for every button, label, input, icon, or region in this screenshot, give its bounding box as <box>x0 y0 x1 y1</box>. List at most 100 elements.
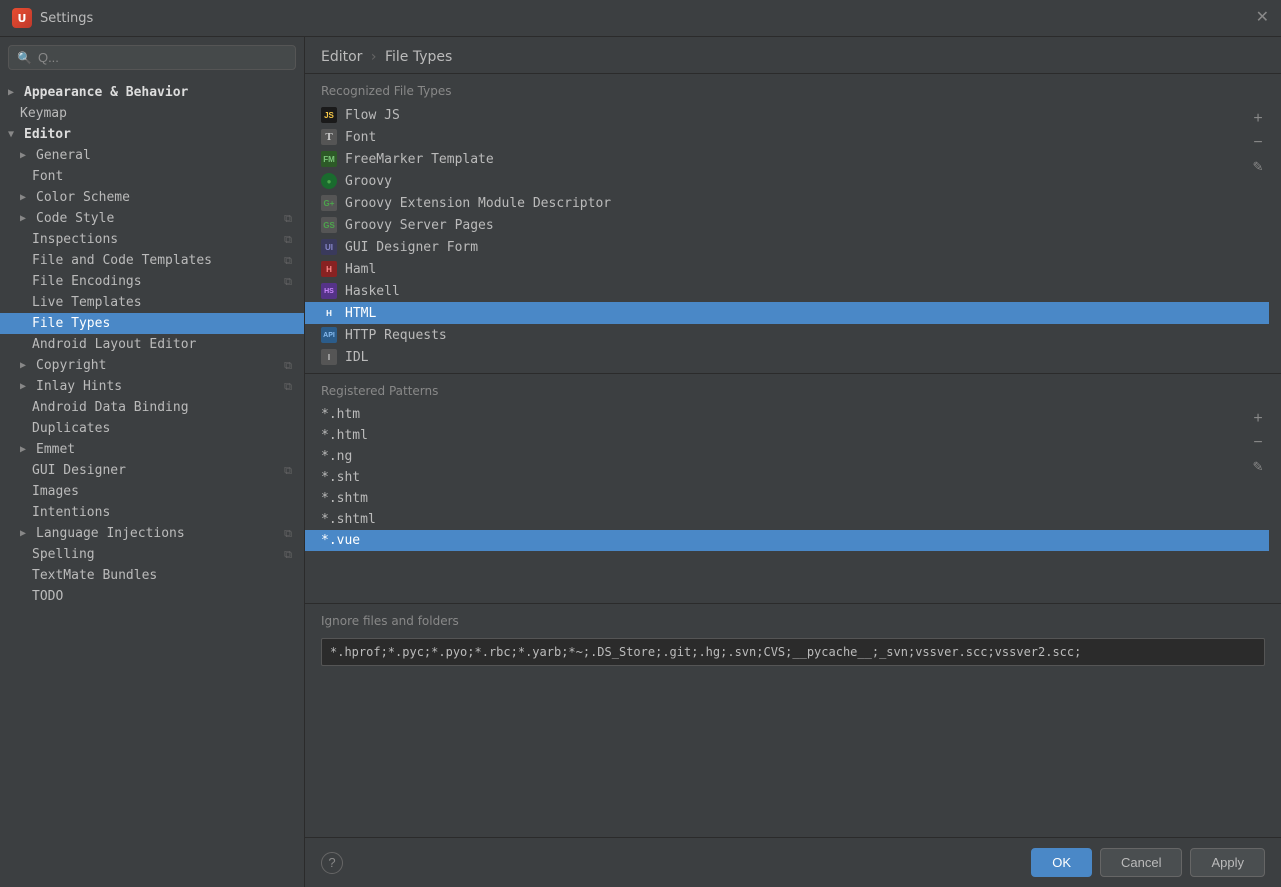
file-type-haml[interactable]: H Haml <box>305 258 1269 280</box>
sidebar-item-inlay-hints[interactable]: ▶ Inlay Hints ⧉ <box>0 376 304 397</box>
expand-arrow: ▶ <box>20 360 32 371</box>
sidebar-item-label: TextMate Bundles <box>32 568 157 583</box>
sidebar-item-label: Android Layout Editor <box>32 337 196 352</box>
bottom-bar: ? OK Cancel Apply <box>305 837 1281 887</box>
sidebar-item-label: Keymap <box>20 106 67 121</box>
search-box[interactable]: 🔍 <box>8 45 296 70</box>
sidebar-item-images[interactable]: Images <box>0 481 304 502</box>
sidebar-item-gui-designer[interactable]: GUI Designer ⧉ <box>0 460 304 481</box>
sidebar-item-textmate-bundles[interactable]: TextMate Bundles <box>0 565 304 586</box>
ignore-input[interactable] <box>321 638 1265 666</box>
file-type-http-requests[interactable]: API HTTP Requests <box>305 324 1269 346</box>
sidebar-item-code-style[interactable]: ▶ Code Style ⧉ <box>0 208 304 229</box>
sidebar-item-live-templates[interactable]: Live Templates <box>0 292 304 313</box>
breadcrumb-part-1: Editor <box>321 49 362 65</box>
sidebar-item-file-encodings[interactable]: File Encodings ⧉ <box>0 271 304 292</box>
sidebar-item-file-code-templates[interactable]: File and Code Templates ⧉ <box>0 250 304 271</box>
breadcrumb-part-2: File Types <box>385 49 452 65</box>
cancel-button[interactable]: Cancel <box>1100 848 1182 877</box>
breadcrumb: Editor › File Types <box>305 37 1281 74</box>
sidebar-item-label: Language Injections <box>36 526 185 541</box>
sidebar-item-intentions[interactable]: Intentions <box>0 502 304 523</box>
file-type-gui-designer[interactable]: UI GUI Designer Form <box>305 236 1269 258</box>
right-panel: Editor › File Types Recognized File Type… <box>305 37 1281 887</box>
expand-arrow: ▼ <box>8 129 20 140</box>
file-type-haskell[interactable]: HS Haskell <box>305 280 1269 302</box>
sidebar-item-appearance[interactable]: ▶ Appearance & Behavior <box>0 82 304 103</box>
pattern-item-htm[interactable]: *.htm <box>305 404 1269 425</box>
sidebar-item-label: General <box>36 148 91 163</box>
file-type-groovy-ext[interactable]: G+ Groovy Extension Module Descriptor <box>305 192 1269 214</box>
patterns-action-buttons: + − ✎ <box>1247 404 1269 478</box>
add-pattern-button[interactable]: + <box>1247 408 1269 430</box>
recognized-file-types-label: Recognized File Types <box>305 74 1281 104</box>
sidebar-item-label: GUI Designer <box>32 463 126 478</box>
file-type-name: Flow JS <box>345 108 400 123</box>
expand-arrow: ▶ <box>20 381 32 392</box>
sidebar-item-android-layout[interactable]: Android Layout Editor <box>0 334 304 355</box>
sidebar-item-android-data-binding[interactable]: Android Data Binding <box>0 397 304 418</box>
registered-patterns-panel: Registered Patterns *.htm *.html *.ng *.… <box>305 374 1281 604</box>
file-type-idl[interactable]: I IDL <box>305 346 1269 368</box>
freemarker-icon: FM <box>321 151 337 167</box>
sidebar-item-inspections[interactable]: Inspections ⧉ <box>0 229 304 250</box>
sidebar-item-spelling[interactable]: Spelling ⧉ <box>0 544 304 565</box>
sidebar-item-label: Appearance & Behavior <box>24 85 188 100</box>
ok-button[interactable]: OK <box>1031 848 1092 877</box>
file-type-font[interactable]: T Font <box>305 126 1269 148</box>
copy-icon: ⧉ <box>284 380 292 394</box>
apply-button[interactable]: Apply <box>1190 848 1265 877</box>
search-input[interactable] <box>38 50 287 65</box>
sidebar-item-copyright[interactable]: ▶ Copyright ⧉ <box>0 355 304 376</box>
sidebar-item-label: Android Data Binding <box>32 400 189 415</box>
sidebar-item-label: Inspections <box>32 232 118 247</box>
file-type-groovy-server[interactable]: GS Groovy Server Pages <box>305 214 1269 236</box>
file-type-name: GUI Designer Form <box>345 240 478 255</box>
sidebar-item-label: Editor <box>24 127 71 142</box>
sidebar-item-label: Inlay Hints <box>36 379 122 394</box>
edit-pattern-button[interactable]: ✎ <box>1247 456 1269 478</box>
copy-icon: ⧉ <box>284 212 292 226</box>
pattern-item-sht[interactable]: *.sht <box>305 467 1269 488</box>
sidebar-item-label: Intentions <box>32 505 110 520</box>
pattern-item-shtml[interactable]: *.shtml <box>305 509 1269 530</box>
add-file-type-button[interactable]: + <box>1247 108 1269 130</box>
expand-arrow: ▶ <box>20 192 32 203</box>
pattern-item-vue[interactable]: *.vue <box>305 530 1269 551</box>
sidebar-item-duplicates[interactable]: Duplicates <box>0 418 304 439</box>
panel-content: Recognized File Types JS Flow JS T Font <box>305 74 1281 837</box>
sidebar-item-color-scheme[interactable]: ▶ Color Scheme <box>0 187 304 208</box>
sidebar-item-label: Spelling <box>32 547 95 562</box>
sidebar-item-language-injections[interactable]: ▶ Language Injections ⧉ <box>0 523 304 544</box>
file-type-freemarker[interactable]: FM FreeMarker Template <box>305 148 1269 170</box>
http-icon: API <box>321 327 337 343</box>
sidebar-item-general[interactable]: ▶ General <box>0 145 304 166</box>
remove-pattern-button[interactable]: − <box>1247 432 1269 454</box>
sidebar-item-font[interactable]: Font <box>0 166 304 187</box>
file-type-flow-js[interactable]: JS Flow JS <box>305 104 1269 126</box>
file-type-name: IDL <box>345 350 368 365</box>
pattern-item-ng[interactable]: *.ng <box>305 446 1269 467</box>
expand-arrow: ▶ <box>20 213 32 224</box>
file-type-name: HTTP Requests <box>345 328 447 343</box>
remove-file-type-button[interactable]: − <box>1247 132 1269 154</box>
window-title: Settings <box>40 11 93 26</box>
sidebar-item-label: File Types <box>32 316 110 331</box>
sidebar-item-keymap[interactable]: Keymap <box>0 103 304 124</box>
sidebar-item-emmet[interactable]: ▶ Emmet <box>0 439 304 460</box>
file-type-groovy[interactable]: ● Groovy <box>305 170 1269 192</box>
pattern-item-html[interactable]: *.html <box>305 425 1269 446</box>
sidebar-item-file-types[interactable]: File Types <box>0 313 304 334</box>
font-icon: T <box>321 129 337 145</box>
sidebar-item-editor[interactable]: ▼ Editor <box>0 124 304 145</box>
breadcrumb-separator: › <box>371 49 377 65</box>
edit-file-type-button[interactable]: ✎ <box>1247 156 1269 178</box>
file-type-name: Groovy Server Pages <box>345 218 494 233</box>
file-type-html[interactable]: H HTML <box>305 302 1269 324</box>
copy-icon: ⧉ <box>284 233 292 247</box>
help-button[interactable]: ? <box>321 852 343 874</box>
sidebar-item-todo[interactable]: TODO <box>0 586 304 607</box>
close-button[interactable]: ✕ <box>1256 10 1269 26</box>
pattern-item-shtm[interactable]: *.shtm <box>305 488 1269 509</box>
sidebar-item-label: Font <box>32 169 63 184</box>
